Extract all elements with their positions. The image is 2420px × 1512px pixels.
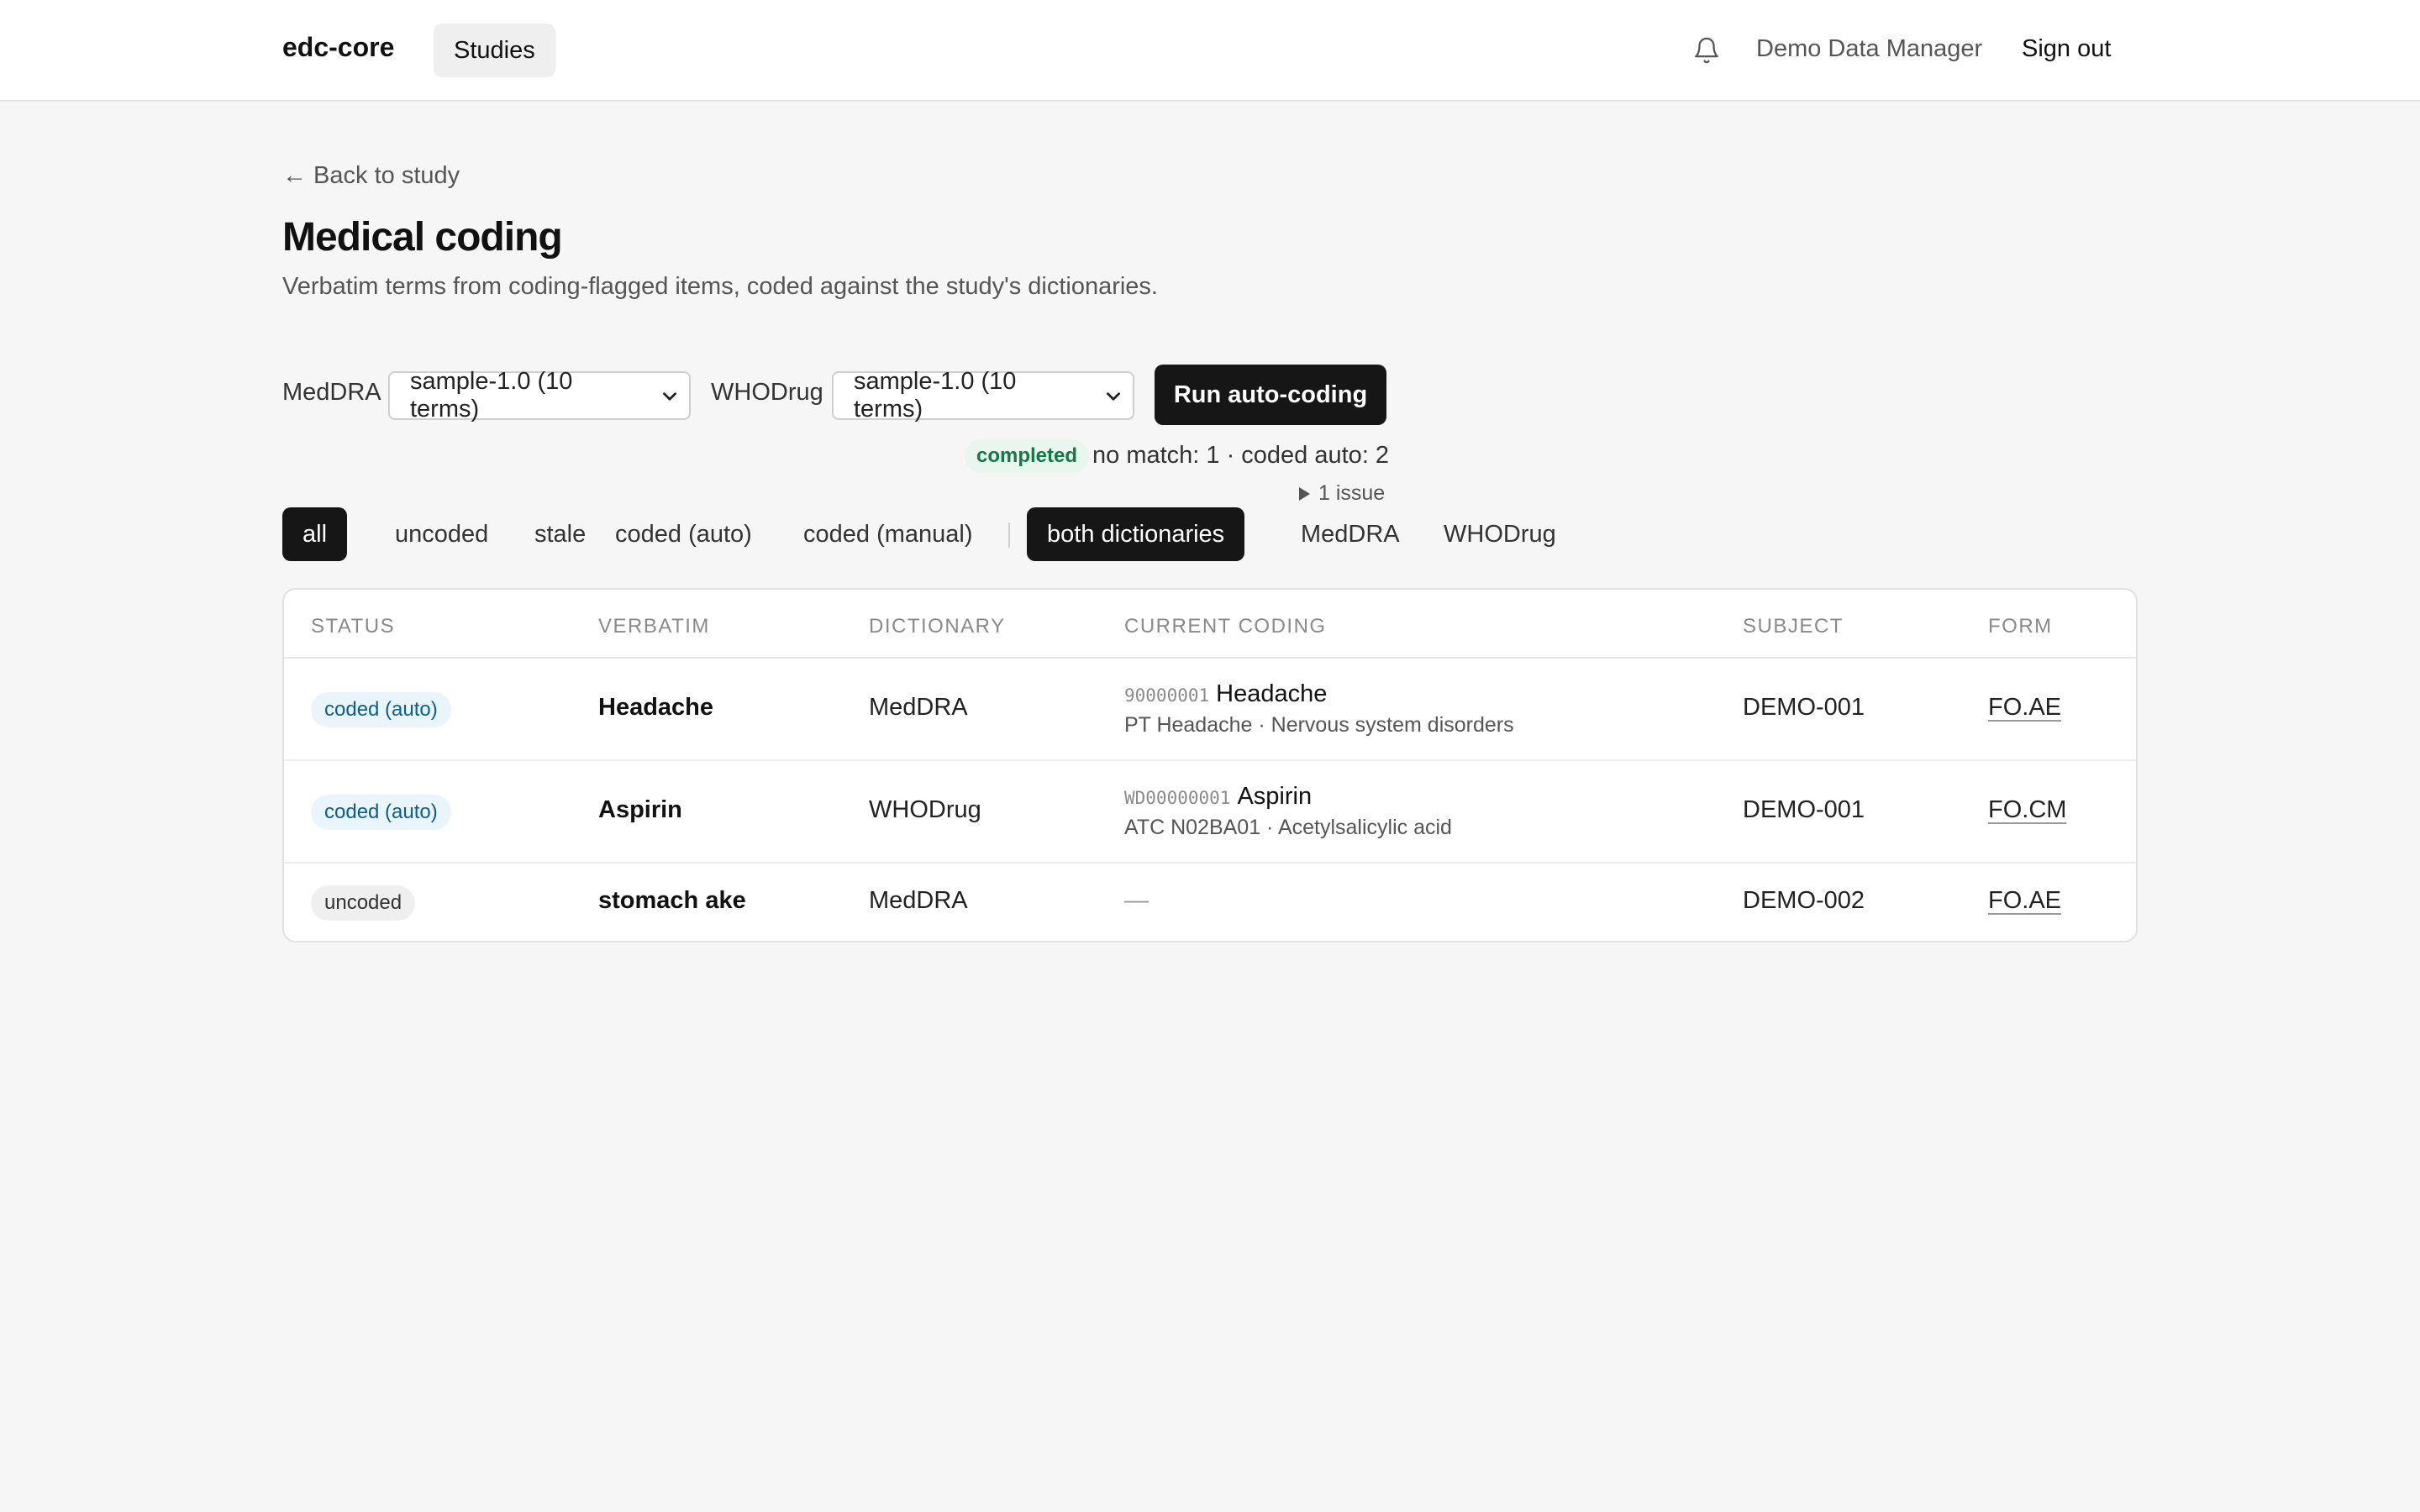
code-term: Headache bbox=[1216, 680, 1328, 707]
user-name: Demo Data Manager bbox=[1756, 35, 1983, 62]
verbatim-term: Aspirin bbox=[598, 796, 682, 823]
top-bar: edc-core Studies Demo Data Manager Sign … bbox=[0, 0, 2420, 102]
back-to-study-link[interactable]: ← Back to study bbox=[282, 162, 460, 190]
meddra-select-value: sample-1.0 (10 terms) bbox=[410, 368, 573, 423]
table-header: STATUS VERBATIM DICTIONARY CURRENT CODIN… bbox=[284, 590, 2136, 659]
verbatim-term: stomach ake bbox=[598, 887, 746, 914]
subject-id: DEMO-002 bbox=[1743, 887, 1865, 914]
table-row[interactable]: coded (auto) Headache MedDRA 90000001 Hea… bbox=[284, 659, 2136, 761]
code-detail: ATC N02BA01 · Acetylsalicylic acid bbox=[1124, 816, 1452, 839]
filter-status-coded-auto[interactable]: coded (auto) bbox=[595, 507, 772, 561]
column-header-subject[interactable]: SUBJECT bbox=[1743, 615, 1844, 638]
run-auto-coding-button[interactable]: Run auto-coding bbox=[1155, 365, 1386, 425]
filter-status-stale[interactable]: stale bbox=[514, 507, 606, 561]
code-detail: PT Headache · Nervous system disorders bbox=[1124, 713, 1514, 737]
code-id: WD00000001 bbox=[1124, 788, 1231, 808]
current-coding: WD00000001 Aspirin ATC N02BA01 · Acetylsa… bbox=[1124, 783, 1452, 840]
filter-dict-both[interactable]: both dictionaries bbox=[1027, 507, 1245, 561]
filter-status-all[interactable]: all bbox=[282, 507, 348, 561]
status-badge: coded (auto) bbox=[311, 692, 451, 727]
status-badge: uncoded bbox=[311, 885, 416, 921]
issues-label: 1 issue bbox=[1318, 481, 1386, 505]
column-header-status[interactable]: STATUS bbox=[311, 615, 395, 638]
subject-id: DEMO-001 bbox=[1743, 694, 1865, 721]
brand-logo[interactable]: edc-core bbox=[282, 32, 394, 63]
column-header-verbatim[interactable]: VERBATIM bbox=[598, 615, 710, 638]
table-row[interactable]: uncoded stomach ake MedDRA — DEMO-002 FO… bbox=[284, 864, 2136, 941]
whodrug-version-select[interactable]: sample-1.0 (10 terms) bbox=[832, 368, 1134, 423]
run-status-badge: completed bbox=[965, 439, 1090, 473]
filter-dict-whodrug[interactable]: WHODrug bbox=[1423, 507, 1576, 561]
form-link[interactable]: FO.CM bbox=[1988, 796, 2066, 824]
form-link[interactable]: FO.AE bbox=[1988, 887, 2061, 915]
whodrug-select-value: sample-1.0 (10 terms) bbox=[854, 368, 1017, 423]
status-badge: coded (auto) bbox=[311, 795, 451, 830]
current-coding: 90000001 Headache PT Headache · Nervous s… bbox=[1124, 680, 1514, 738]
column-header-current-coding[interactable]: CURRENT CODING bbox=[1124, 615, 1327, 638]
filter-separator bbox=[1008, 522, 1010, 548]
filter-status-uncoded[interactable]: uncoded bbox=[375, 507, 508, 561]
chevron-down-icon bbox=[1107, 392, 1120, 401]
form-link[interactable]: FO.AE bbox=[1988, 694, 2061, 722]
column-header-form[interactable]: FORM bbox=[1988, 615, 2053, 638]
dictionary-name: MedDRA bbox=[869, 694, 968, 721]
verbatim-term: Headache bbox=[598, 694, 714, 721]
coding-table: STATUS VERBATIM DICTIONARY CURRENT CODIN… bbox=[282, 588, 2138, 942]
dictionary-name: MedDRA bbox=[869, 887, 968, 914]
column-header-dictionary[interactable]: DICTIONARY bbox=[869, 615, 1006, 638]
subject-id: DEMO-001 bbox=[1743, 796, 1865, 823]
table-row[interactable]: coded (auto) Aspirin WHODrug WD00000001 A… bbox=[284, 761, 2136, 864]
code-id: 90000001 bbox=[1124, 685, 1210, 706]
meddra-version-select[interactable]: sample-1.0 (10 terms) bbox=[388, 368, 691, 423]
code-term: Aspirin bbox=[1237, 783, 1313, 810]
whodrug-label: WHODrug bbox=[711, 379, 823, 406]
meddra-label: MedDRA bbox=[282, 379, 381, 406]
page-subtitle: Verbatim terms from coding-flagged items… bbox=[282, 273, 1158, 300]
nav-studies[interactable]: Studies bbox=[434, 24, 555, 77]
filter-dict-meddra[interactable]: MedDRA bbox=[1281, 507, 1420, 561]
issues-disclosure[interactable]: 1 issue bbox=[1299, 481, 1385, 506]
run-summary: no match: 1 · coded auto: 2 bbox=[1092, 442, 1390, 469]
triangle-right-icon bbox=[1299, 486, 1310, 501]
bell-icon[interactable] bbox=[1692, 35, 1721, 66]
current-coding-empty: — bbox=[1124, 887, 1149, 914]
dictionary-name: WHODrug bbox=[869, 796, 981, 823]
filter-status-coded-manual[interactable]: coded (manual) bbox=[783, 507, 993, 561]
sign-out-button[interactable]: Sign out bbox=[2022, 35, 2111, 63]
chevron-down-icon bbox=[663, 392, 676, 401]
page-title: Medical coding bbox=[282, 215, 563, 260]
